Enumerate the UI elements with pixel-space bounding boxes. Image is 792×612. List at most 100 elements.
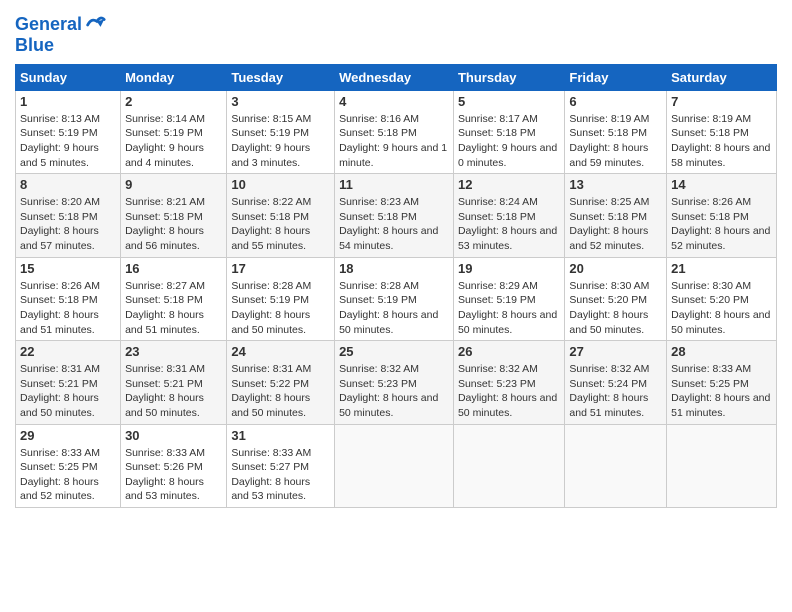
day-sunrise: Sunrise: 8:17 AM: [458, 113, 538, 125]
day-sunset: Sunset: 5:18 PM: [339, 211, 417, 223]
day-daylight: Daylight: 8 hours and 50 minutes.: [231, 309, 310, 336]
day-sunset: Sunset: 5:25 PM: [20, 461, 98, 473]
day-daylight: Daylight: 8 hours and 54 minutes.: [339, 225, 438, 252]
logo: General Blue: [15, 14, 106, 56]
logo-blue: Blue: [15, 36, 106, 56]
day-sunrise: Sunrise: 8:33 AM: [125, 447, 205, 459]
weekday-header-sunday: Sunday: [16, 64, 121, 90]
calendar-cell: 29Sunrise: 8:33 AMSunset: 5:25 PMDayligh…: [16, 424, 121, 507]
day-sunrise: Sunrise: 8:23 AM: [339, 196, 419, 208]
day-daylight: Daylight: 8 hours and 50 minutes.: [569, 309, 648, 336]
weekday-header-wednesday: Wednesday: [335, 64, 454, 90]
day-number: 26: [458, 344, 560, 361]
day-sunrise: Sunrise: 8:33 AM: [671, 363, 751, 375]
logo-text: General: [15, 15, 82, 35]
calendar-cell: 4Sunrise: 8:16 AMSunset: 5:18 PMDaylight…: [335, 90, 454, 173]
calendar-cell: 28 Sunrise: 8:33 AM Sunset: 5:25 PM Dayligh…: [667, 341, 777, 424]
day-sunrise: Sunrise: 8:20 AM: [20, 196, 100, 208]
calendar-cell: 2 Sunrise: 8:14 AM Sunset: 5:19 PM Daylight…: [121, 90, 227, 173]
day-daylight: Daylight: 8 hours and 56 minutes.: [125, 225, 204, 252]
day-sunset: Sunset: 5:18 PM: [671, 211, 749, 223]
day-number: 19: [458, 261, 560, 278]
day-number: 11: [339, 177, 449, 194]
day-number: 6: [569, 94, 662, 111]
day-daylight: Daylight: 8 hours and 51 minutes.: [569, 392, 648, 419]
day-number: 30: [125, 428, 222, 445]
day-daylight: Daylight: 8 hours and 52 minutes.: [569, 225, 648, 252]
day-sunrise: Sunrise: 8:28 AM: [231, 280, 311, 292]
day-daylight: Daylight: 8 hours and 52 minutes.: [671, 225, 770, 252]
day-number: 12: [458, 177, 560, 194]
day-number: 4: [339, 94, 449, 111]
day-sunrise: Sunrise: 8:32 AM: [458, 363, 538, 375]
day-sunrise: Sunrise: 8:31 AM: [231, 363, 311, 375]
calendar-cell: 13Sunrise: 8:25 AMSunset: 5:18 PMDayligh…: [565, 174, 667, 257]
day-sunrise: Sunrise: 8:32 AM: [569, 363, 649, 375]
day-daylight: Daylight: 8 hours and 50 minutes.: [231, 392, 310, 419]
calendar-cell: 17Sunrise: 8:28 AMSunset: 5:19 PMDayligh…: [227, 257, 335, 340]
day-daylight: Daylight: 8 hours and 50 minutes.: [671, 309, 770, 336]
calendar-cell: [335, 424, 454, 507]
day-daylight: Daylight: 8 hours and 51 minutes.: [671, 392, 770, 419]
day-daylight: Daylight: 8 hours and 58 minutes.: [671, 142, 770, 169]
calendar-cell: [453, 424, 564, 507]
day-number: 7: [671, 94, 772, 111]
page-container: General Blue SundayMondayTuesdayWednesda…: [0, 0, 792, 518]
day-daylight: Daylight: 8 hours and 50 minutes.: [458, 309, 557, 336]
day-daylight: Daylight: 8 hours and 50 minutes.: [458, 392, 557, 419]
day-sunrise: Sunrise: 8:30 AM: [671, 280, 751, 292]
day-sunset: Sunset: 5:21 PM: [20, 378, 98, 390]
day-number: 2: [125, 94, 222, 111]
day-sunrise: Sunrise: 8:31 AM: [125, 363, 205, 375]
calendar-cell: 23Sunrise: 8:31 AMSunset: 5:21 PMDayligh…: [121, 341, 227, 424]
day-sunset: Sunset: 5:19 PM: [231, 294, 309, 306]
day-sunrise: Sunrise: 8:14 AM: [125, 113, 205, 125]
calendar-cell: 21 Sunrise: 8:30 AM Sunset: 5:20 PM Dayligh…: [667, 257, 777, 340]
day-sunset: Sunset: 5:18 PM: [125, 294, 203, 306]
calendar-week-row: 1Sunrise: 8:13 AMSunset: 5:19 PMDaylight…: [16, 90, 777, 173]
day-number: 18: [339, 261, 449, 278]
day-daylight: Daylight: 9 hours and 3 minutes.: [231, 142, 310, 169]
calendar-cell: 24Sunrise: 8:31 AMSunset: 5:22 PMDayligh…: [227, 341, 335, 424]
day-sunset: Sunset: 5:18 PM: [671, 127, 749, 139]
calendar-cell: 16Sunrise: 8:27 AMSunset: 5:18 PMDayligh…: [121, 257, 227, 340]
calendar-cell: 31Sunrise: 8:33 AMSunset: 5:27 PMDayligh…: [227, 424, 335, 507]
calendar-cell: 10Sunrise: 8:22 AMSunset: 5:18 PMDayligh…: [227, 174, 335, 257]
day-number: 28: [671, 344, 772, 361]
day-daylight: Daylight: 8 hours and 51 minutes.: [20, 309, 99, 336]
calendar-header-row: SundayMondayTuesdayWednesdayThursdayFrid…: [16, 64, 777, 90]
day-sunset: Sunset: 5:20 PM: [671, 294, 749, 306]
day-sunset: Sunset: 5:18 PM: [569, 127, 647, 139]
day-number: 16: [125, 261, 222, 278]
calendar-cell: 25Sunrise: 8:32 AMSunset: 5:23 PMDayligh…: [335, 341, 454, 424]
day-daylight: Daylight: 8 hours and 50 minutes.: [339, 309, 438, 336]
day-number: 5: [458, 94, 560, 111]
day-daylight: Daylight: 9 hours and 1 minute.: [339, 142, 447, 169]
day-sunset: Sunset: 5:18 PM: [125, 211, 203, 223]
calendar-cell: 22Sunrise: 8:31 AMSunset: 5:21 PMDayligh…: [16, 341, 121, 424]
weekday-header-monday: Monday: [121, 64, 227, 90]
day-daylight: Daylight: 8 hours and 53 minutes.: [231, 476, 310, 503]
day-number: 27: [569, 344, 662, 361]
weekday-header-tuesday: Tuesday: [227, 64, 335, 90]
day-sunrise: Sunrise: 8:30 AM: [569, 280, 649, 292]
day-daylight: Daylight: 9 hours and 4 minutes.: [125, 142, 204, 169]
day-sunset: Sunset: 5:19 PM: [20, 127, 98, 139]
day-sunrise: Sunrise: 8:28 AM: [339, 280, 419, 292]
day-sunrise: Sunrise: 8:32 AM: [339, 363, 419, 375]
day-daylight: Daylight: 8 hours and 50 minutes.: [339, 392, 438, 419]
day-sunset: Sunset: 5:23 PM: [339, 378, 417, 390]
calendar-cell: 6Sunrise: 8:19 AMSunset: 5:18 PMDaylight…: [565, 90, 667, 173]
day-daylight: Daylight: 9 hours and 0 minutes.: [458, 142, 557, 169]
day-sunset: Sunset: 5:18 PM: [231, 211, 309, 223]
day-sunrise: Sunrise: 8:26 AM: [671, 196, 751, 208]
calendar-cell: 27Sunrise: 8:32 AMSunset: 5:24 PMDayligh…: [565, 341, 667, 424]
day-sunset: Sunset: 5:25 PM: [671, 378, 749, 390]
day-sunset: Sunset: 5:19 PM: [125, 127, 203, 139]
weekday-header-friday: Friday: [565, 64, 667, 90]
day-number: 8: [20, 177, 116, 194]
day-sunset: Sunset: 5:18 PM: [458, 211, 536, 223]
day-number: 21: [671, 261, 772, 278]
day-daylight: Daylight: 8 hours and 50 minutes.: [125, 392, 204, 419]
calendar-cell: 20Sunrise: 8:30 AMSunset: 5:20 PMDayligh…: [565, 257, 667, 340]
